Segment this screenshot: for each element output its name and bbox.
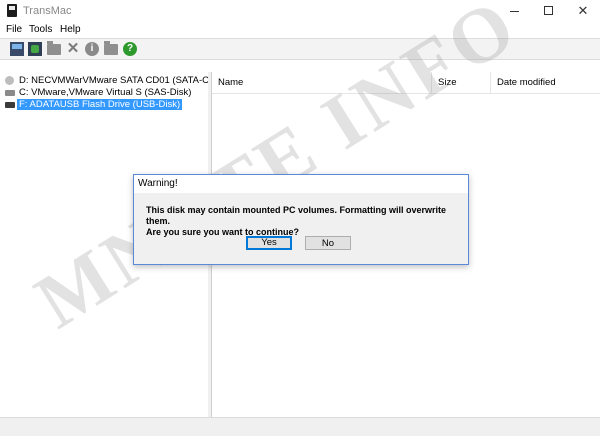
warning-dialog: Warning! This disk may contain mounted P… xyxy=(133,174,469,265)
drive-label: C: VMware,VMware Virtual S (SAS-Disk) xyxy=(19,87,192,98)
info-icon[interactable]: i xyxy=(85,42,99,56)
close-button[interactable]: ✕ xyxy=(566,0,600,22)
cd-drive-icon xyxy=(5,76,14,85)
menu-help[interactable]: Help xyxy=(60,24,81,35)
dialog-message: This disk may contain mounted PC volumes… xyxy=(146,205,468,238)
menu-tools[interactable]: Tools xyxy=(29,24,52,35)
no-button[interactable]: No xyxy=(305,236,351,250)
menu-file[interactable]: File xyxy=(6,24,22,35)
column-header-size[interactable]: Size xyxy=(432,72,491,94)
menu-bar: File Tools Help xyxy=(0,22,600,38)
dialog-title: Warning! xyxy=(138,178,178,189)
status-bar xyxy=(0,417,600,436)
drive-label: D: NECVMWarVMware SATA CD01 (SATA-CdRom) xyxy=(19,75,238,86)
toolbar: ✕ i ? xyxy=(0,38,600,60)
disk-image-icon[interactable] xyxy=(10,42,24,56)
minimize-button[interactable] xyxy=(498,0,532,22)
window-title: TransMac xyxy=(23,5,72,17)
yes-button[interactable]: Yes xyxy=(246,236,292,250)
dialog-message-line-1: This disk may contain mounted PC volumes… xyxy=(146,205,447,226)
column-header-date[interactable]: Date modified xyxy=(491,72,600,94)
title-bar: TransMac ✕ xyxy=(0,0,600,23)
delete-icon[interactable]: ✕ xyxy=(66,41,80,56)
dialog-title-bar: Warning! xyxy=(134,175,468,193)
open-folder-icon[interactable] xyxy=(47,41,61,55)
new-folder-icon[interactable] xyxy=(104,41,118,55)
column-header-name[interactable]: Name xyxy=(212,72,432,94)
drive-label: F: ADATAUSB Flash Drive (USB-Disk) xyxy=(17,99,183,110)
app-icon xyxy=(7,4,17,17)
restore-image-icon[interactable] xyxy=(28,42,42,56)
maximize-button[interactable] xyxy=(532,0,566,22)
help-icon[interactable]: ? xyxy=(123,42,137,56)
hard-disk-icon xyxy=(5,90,15,96)
usb-drive-icon xyxy=(5,102,15,108)
